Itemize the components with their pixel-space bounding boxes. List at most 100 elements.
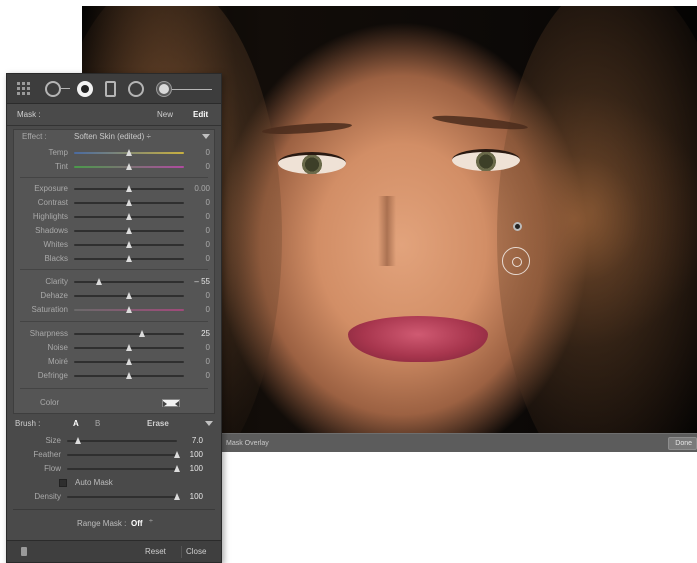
slider-value[interactable]: – 55 bbox=[188, 277, 210, 286]
slider-value[interactable]: 0 bbox=[188, 162, 210, 171]
crop-grid-icon[interactable] bbox=[17, 81, 39, 97]
spot-removal-icon[interactable] bbox=[45, 81, 71, 97]
slider-value[interactable]: 0 bbox=[188, 226, 210, 235]
color-swatch-icon[interactable] bbox=[162, 399, 180, 407]
slider-density[interactable]: Density 100 bbox=[7, 490, 207, 504]
slider-value[interactable]: 0 bbox=[188, 198, 210, 207]
slider-dehaze[interactable]: Dehaze 0 bbox=[14, 289, 214, 303]
slider-tint[interactable]: Tint 0 bbox=[14, 160, 214, 174]
slider-value[interactable]: 25 bbox=[188, 329, 210, 338]
range-mask-value[interactable]: Off bbox=[131, 519, 143, 528]
slider-track[interactable] bbox=[67, 451, 180, 458]
red-eye-icon[interactable] bbox=[77, 81, 93, 97]
slider-track[interactable] bbox=[74, 358, 184, 365]
slider-track[interactable] bbox=[74, 372, 184, 379]
slider-saturation[interactable]: Saturation 0 bbox=[14, 303, 214, 317]
slider-blacks[interactable]: Blacks 0 bbox=[14, 252, 214, 266]
slider-track[interactable] bbox=[74, 163, 184, 170]
slider-value[interactable]: 0 bbox=[188, 254, 210, 263]
collapse-triangle-icon[interactable] bbox=[202, 134, 210, 139]
effect-preset-dropdown[interactable]: Soften Skin (edited) ÷ bbox=[74, 130, 151, 144]
slider-track[interactable] bbox=[74, 330, 184, 337]
slider-knob[interactable] bbox=[138, 330, 145, 337]
slider-track[interactable] bbox=[74, 199, 184, 206]
done-button[interactable]: Done bbox=[668, 437, 697, 450]
slider-track[interactable] bbox=[74, 227, 184, 234]
slider-knob[interactable] bbox=[125, 344, 132, 351]
slider-knob[interactable] bbox=[125, 255, 132, 262]
slider-knob[interactable] bbox=[125, 358, 132, 365]
slider-value[interactable]: 0 bbox=[188, 357, 210, 366]
slider-track[interactable] bbox=[67, 465, 180, 472]
adjustment-brush-icon[interactable] bbox=[157, 81, 213, 97]
slider-track[interactable] bbox=[67, 493, 180, 500]
slider-sharpness[interactable]: Sharpness 25 bbox=[14, 327, 214, 341]
reset-button[interactable]: Reset bbox=[141, 546, 170, 558]
slider-value[interactable]: 0 bbox=[188, 240, 210, 249]
slider-noise[interactable]: Noise 0 bbox=[14, 341, 214, 355]
slider-value[interactable]: 7.0 bbox=[181, 436, 203, 445]
auto-mask-checkbox[interactable] bbox=[59, 479, 67, 487]
slider-track[interactable] bbox=[74, 255, 184, 262]
slider-knob[interactable] bbox=[125, 227, 132, 234]
radial-filter-icon[interactable] bbox=[128, 81, 144, 97]
slider-track[interactable] bbox=[67, 437, 177, 444]
slider-exposure[interactable]: Exposure 0.00 bbox=[14, 182, 214, 196]
slider-track[interactable] bbox=[74, 292, 184, 299]
slider-value[interactable]: 0.00 bbox=[188, 184, 210, 193]
range-mask-row[interactable]: Range Mask : Off ÷ bbox=[13, 509, 215, 539]
slider-value[interactable]: 0 bbox=[188, 305, 210, 314]
slider-whites[interactable]: Whites 0 bbox=[14, 238, 214, 252]
slider-value[interactable]: 0 bbox=[188, 212, 210, 221]
brush-erase-button[interactable]: Erase bbox=[147, 417, 169, 431]
slider-knob[interactable] bbox=[125, 306, 132, 313]
slider-knob[interactable] bbox=[125, 292, 132, 299]
slider-shadows[interactable]: Shadows 0 bbox=[14, 224, 214, 238]
slider-size[interactable]: Size 7.0 bbox=[7, 434, 207, 448]
slider-knob[interactable] bbox=[125, 163, 132, 170]
slider-knob[interactable] bbox=[95, 278, 102, 285]
slider-track[interactable] bbox=[74, 149, 184, 156]
slider-value[interactable]: 0 bbox=[188, 343, 210, 352]
toggle-switch-icon[interactable] bbox=[21, 547, 27, 556]
slider-temp[interactable]: Temp 0 bbox=[14, 146, 214, 160]
slider-knob[interactable] bbox=[173, 451, 180, 458]
brush-pin[interactable] bbox=[513, 222, 522, 231]
slider-knob[interactable] bbox=[125, 149, 132, 156]
slider-highlights[interactable]: Highlights 0 bbox=[14, 210, 214, 224]
slider-track[interactable] bbox=[74, 278, 184, 285]
slider-knob[interactable] bbox=[125, 241, 132, 248]
slider-track[interactable] bbox=[74, 344, 184, 351]
brush-b-button[interactable]: B bbox=[95, 417, 100, 431]
slider-value[interactable]: 100 bbox=[181, 464, 203, 473]
graduated-filter-icon[interactable] bbox=[105, 81, 116, 97]
collapse-triangle-icon[interactable] bbox=[205, 421, 213, 426]
slider-knob[interactable] bbox=[173, 493, 180, 500]
slider-track[interactable] bbox=[74, 213, 184, 220]
mask-edit-button[interactable]: Edit bbox=[193, 104, 208, 126]
slider-value[interactable]: 0 bbox=[188, 148, 210, 157]
slider-knob[interactable] bbox=[125, 372, 132, 379]
slider-knob[interactable] bbox=[125, 199, 132, 206]
slider-value[interactable]: 0 bbox=[188, 371, 210, 380]
slider-value[interactable]: 0 bbox=[188, 291, 210, 300]
slider-value[interactable]: 100 bbox=[181, 450, 203, 459]
slider-feather[interactable]: Feather 100 bbox=[7, 448, 207, 462]
brush-a-button[interactable]: A bbox=[73, 417, 79, 431]
slider-track[interactable] bbox=[74, 185, 184, 192]
mask-new-button[interactable]: New bbox=[157, 104, 173, 126]
slider-knob[interactable] bbox=[173, 465, 180, 472]
slider-knob[interactable] bbox=[125, 213, 132, 220]
close-button[interactable]: Close bbox=[181, 546, 210, 558]
slider-value[interactable]: 100 bbox=[181, 492, 203, 501]
slider-track[interactable] bbox=[74, 306, 184, 313]
slider-knob[interactable] bbox=[74, 437, 81, 444]
mask-overlay-label[interactable]: Mask Overlay bbox=[226, 434, 269, 453]
slider-flow[interactable]: Flow 100 bbox=[7, 462, 207, 476]
range-mask-arrows-icon[interactable]: ÷ bbox=[149, 518, 153, 525]
slider-track[interactable] bbox=[74, 241, 184, 248]
slider-clarity[interactable]: Clarity – 55 bbox=[14, 275, 214, 289]
slider-contrast[interactable]: Contrast 0 bbox=[14, 196, 214, 210]
slider-knob[interactable] bbox=[125, 185, 132, 192]
slider-defringe[interactable]: Defringe 0 bbox=[14, 369, 214, 383]
